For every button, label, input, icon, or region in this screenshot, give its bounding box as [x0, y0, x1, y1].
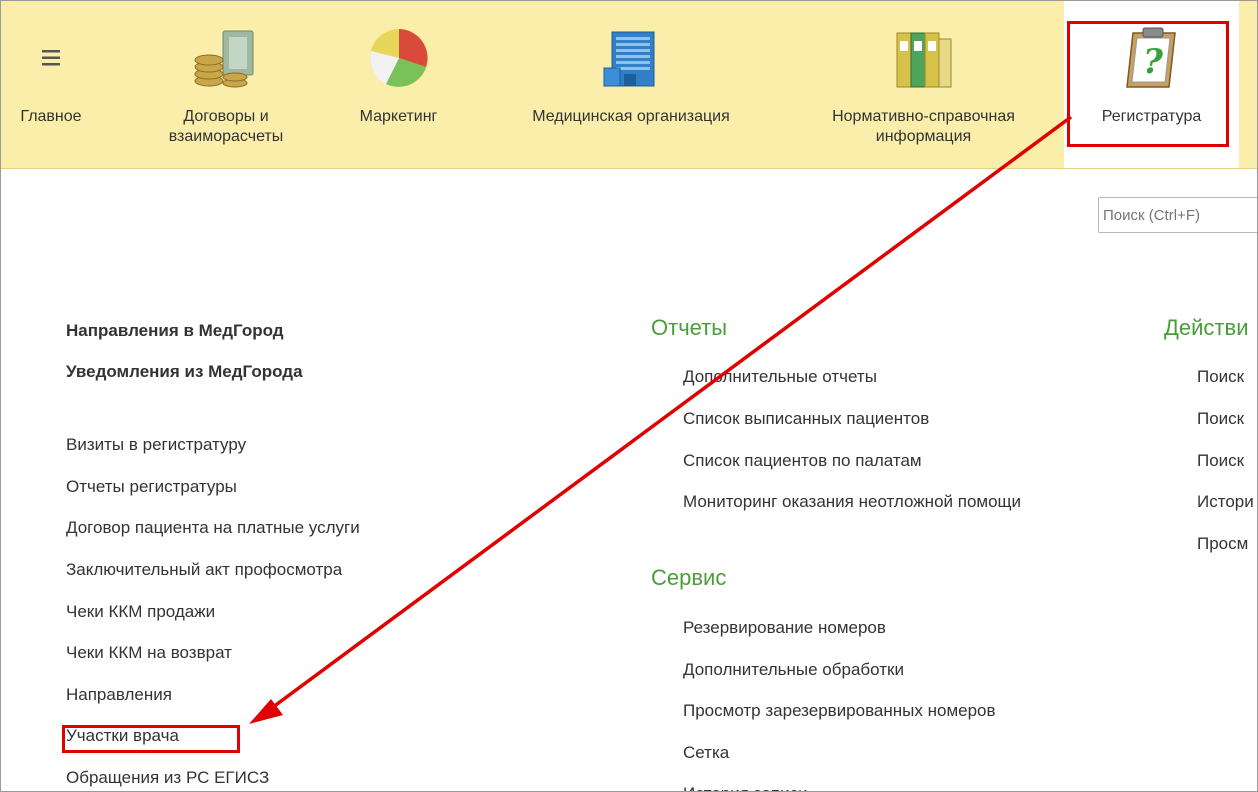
link-discharged-patients[interactable]: Список выписанных пациентов	[683, 409, 929, 429]
section-medical-org[interactable]: Медицинская организация	[491, 1, 771, 168]
link-emergency-monitoring[interactable]: Мониторинг оказания неотложной помощи	[683, 492, 1021, 512]
group-title-service: Сервис	[651, 565, 727, 590]
section-label: Нормативно-справочная информация	[832, 108, 1015, 145]
link-grid[interactable]: Сетка	[683, 743, 729, 763]
link-search-3[interactable]: Поиск	[1197, 451, 1244, 471]
section-label: Главное	[20, 108, 82, 125]
group-title-reports: Отчеты	[651, 315, 728, 340]
link-additional-processing[interactable]: Дополнительные обработки	[683, 660, 904, 680]
app-window: Главное Договоры и взаиморасчеты Маркети…	[0, 0, 1258, 792]
section-panel: Главное Договоры и взаиморасчеты Маркети…	[1, 1, 1257, 169]
link-final-act[interactable]: Заключительный акт профосмотра	[66, 560, 342, 580]
link-view[interactable]: Просм	[1197, 534, 1248, 554]
hamburger-menu-icon	[16, 23, 86, 93]
section-main[interactable]: Главное	[11, 1, 91, 168]
link-egisz-requests[interactable]: Обращения из РС ЕГИСЗ	[66, 768, 269, 788]
doctor-areas-highlight-frame	[62, 725, 240, 753]
search-input[interactable]	[1098, 197, 1257, 233]
link-number-reservation[interactable]: Резервирование номеров	[683, 618, 886, 638]
pie-chart-icon	[364, 23, 434, 93]
link-kkm-sales[interactable]: Чеки ККМ продажи	[66, 602, 215, 622]
section-label: Договоры и взаиморасчеты	[168, 108, 284, 145]
link-search-1[interactable]: Поиск	[1197, 367, 1244, 387]
link-patients-by-ward[interactable]: Список пациентов по палатам	[683, 451, 922, 471]
section-label: Маркетинг	[359, 108, 438, 125]
link-reserved-numbers-view[interactable]: Просмотр зарезервированных номеров	[683, 701, 996, 721]
link-appointment-history[interactable]: История записи	[683, 784, 808, 791]
binders-icon	[889, 23, 959, 93]
link-search-2[interactable]: Поиск	[1197, 409, 1244, 429]
link-kkm-returns[interactable]: Чеки ККМ на возврат	[66, 643, 232, 663]
link-additional-reports[interactable]: Дополнительные отчеты	[683, 367, 877, 387]
link-registry-visits[interactable]: Визиты в регистратуру	[66, 435, 246, 455]
link-medgorod-referrals[interactable]: Направления в МедГород	[66, 321, 284, 341]
section-marketing[interactable]: Маркетинг	[341, 1, 456, 168]
office-building-icon	[596, 23, 666, 93]
link-registry-reports[interactable]: Отчеты регистратуры	[66, 477, 237, 497]
section-label: Медицинская организация	[532, 108, 730, 125]
link-medgorod-notifications[interactable]: Уведомления из МедГорода	[66, 362, 303, 382]
link-history[interactable]: Истори	[1197, 492, 1254, 512]
registry-highlight-frame	[1067, 21, 1229, 147]
section-contracts[interactable]: Договоры и взаиморасчеты	[141, 1, 311, 168]
coins-money-icon	[191, 23, 261, 93]
link-referrals[interactable]: Направления	[66, 685, 172, 705]
section-reference-info[interactable]: Нормативно-справочная информация	[796, 1, 1051, 168]
link-patient-contract[interactable]: Договор пациента на платные услуги	[66, 518, 360, 538]
group-title-actions: Действи	[1164, 315, 1249, 340]
